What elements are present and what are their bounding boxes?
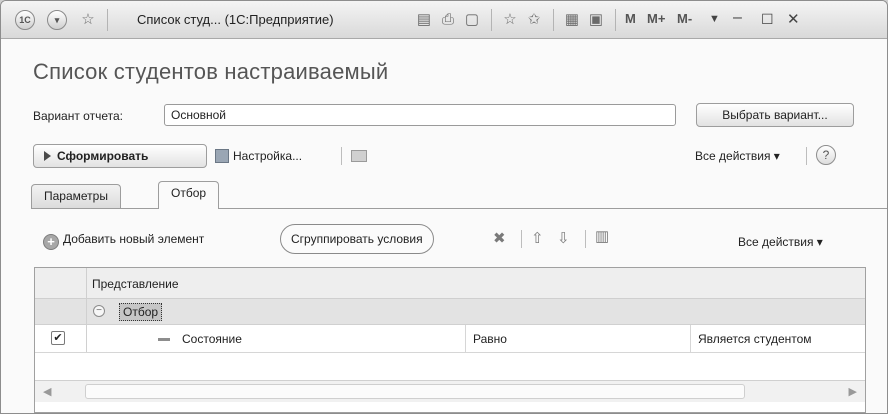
group-label: Отбор	[119, 303, 163, 321]
close-icon[interactable]: ✕	[787, 10, 800, 28]
checkbox-cell	[35, 299, 87, 324]
settings-label: Настройка...	[233, 149, 303, 163]
separator	[806, 147, 807, 165]
chevron-down-icon[interactable]: ▼	[709, 13, 720, 25]
separator	[585, 230, 586, 248]
calendar-icon[interactable]: ▣	[587, 11, 605, 29]
scrollbar-thumb[interactable]	[85, 384, 745, 399]
checkbox-column-header	[35, 268, 87, 298]
filter-all-actions-menu[interactable]: Все действия ▾	[738, 235, 823, 249]
comparison-cell[interactable]: Равно	[473, 332, 507, 346]
move-up-icon[interactable]: ⇧	[531, 229, 544, 247]
group-fields-icon[interactable]: ▥	[595, 227, 609, 245]
memory-plus-button[interactable]: M+	[647, 11, 665, 26]
add-element-button[interactable]: + Добавить новый элемент	[43, 232, 204, 250]
maximize-icon[interactable]: ☐	[761, 11, 774, 28]
filter-table: Представление − Отбор ✔ Состояние Равно …	[34, 267, 866, 413]
separator	[341, 147, 342, 165]
variant-field[interactable]: Основной	[164, 104, 676, 126]
delete-icon[interactable]: ✖	[493, 229, 506, 247]
separator	[107, 9, 108, 31]
window-title: Список студ... (1С:Предприятие)	[137, 12, 334, 27]
add-icon: +	[43, 234, 59, 250]
group-conditions-button[interactable]: Сгруппировать условия	[280, 224, 434, 254]
memory-minus-button[interactable]: M-	[677, 11, 692, 26]
scroll-left-icon[interactable]: ◀	[43, 385, 51, 398]
report-window: 1С ▾ ☆ Список студ... (1С:Предприятие) ▤…	[0, 0, 888, 414]
separator	[491, 9, 492, 31]
help-icon[interactable]: ?	[816, 145, 836, 165]
all-actions-label: Все действия	[695, 149, 771, 163]
condition-icon	[158, 338, 170, 341]
collapse-icon[interactable]: −	[93, 305, 105, 317]
window-menu-icon[interactable]: ▾	[47, 10, 67, 30]
use-checkbox[interactable]: ✔	[51, 331, 65, 345]
app-logo-icon[interactable]: 1С	[15, 10, 35, 30]
separator	[521, 230, 522, 248]
minimize-icon[interactable]: –	[733, 9, 742, 27]
column-header-representation[interactable]: Представление	[92, 277, 179, 291]
save-icon[interactable]: ▤	[415, 11, 433, 29]
favorites-icon[interactable]: ☆	[501, 11, 519, 29]
field-cell[interactable]: Состояние	[182, 332, 242, 346]
generate-button[interactable]: Сформировать	[33, 144, 207, 168]
envelope-icon	[351, 150, 367, 162]
tab-filter[interactable]: Отбор	[158, 181, 220, 209]
variant-label: Вариант отчета:	[33, 109, 123, 123]
table-group-row[interactable]: − Отбор	[35, 299, 865, 325]
add-element-label: Добавить новый элемент	[63, 232, 205, 246]
all-actions-menu[interactable]: Все действия ▾	[695, 149, 780, 163]
separator	[615, 9, 616, 31]
choose-variant-button[interactable]: Выбрать вариант...	[696, 103, 854, 127]
print-icon[interactable]: ⎙	[439, 11, 457, 29]
tab-parameters[interactable]: Параметры	[31, 184, 121, 208]
calculator-icon[interactable]: ▦	[563, 11, 581, 29]
scroll-right-icon[interactable]: ▶	[849, 385, 857, 398]
filter-all-actions-label: Все действия	[738, 235, 814, 249]
table-header: Представление	[35, 268, 865, 299]
move-down-icon[interactable]: ⇩	[557, 229, 570, 247]
settings-button[interactable]: Настройка...	[215, 149, 302, 163]
column-divider	[465, 325, 466, 352]
settings-icon	[215, 149, 229, 163]
horizontal-scrollbar[interactable]: ◀ ▶	[35, 380, 865, 402]
star-icon[interactable]: ☆	[79, 11, 97, 29]
title-bar: 1С ▾ ☆ Список студ... (1С:Предприятие) ▤…	[1, 1, 887, 39]
page-title: Список студентов настраиваемый	[33, 59, 389, 84]
column-divider	[690, 325, 691, 352]
generate-label: Сформировать	[57, 149, 149, 163]
table-row[interactable]: ✔ Состояние Равно Является студентом	[35, 325, 865, 353]
send-email-button[interactable]	[351, 149, 367, 163]
value-cell[interactable]: Является студентом	[698, 332, 812, 346]
separator	[553, 9, 554, 31]
checkbox-cell: ✔	[35, 325, 87, 352]
bookmark-icon[interactable]: ✩	[525, 11, 543, 29]
play-icon	[44, 151, 51, 161]
memory-button[interactable]: M	[625, 11, 636, 26]
print-preview-icon[interactable]: ▢	[463, 11, 481, 29]
